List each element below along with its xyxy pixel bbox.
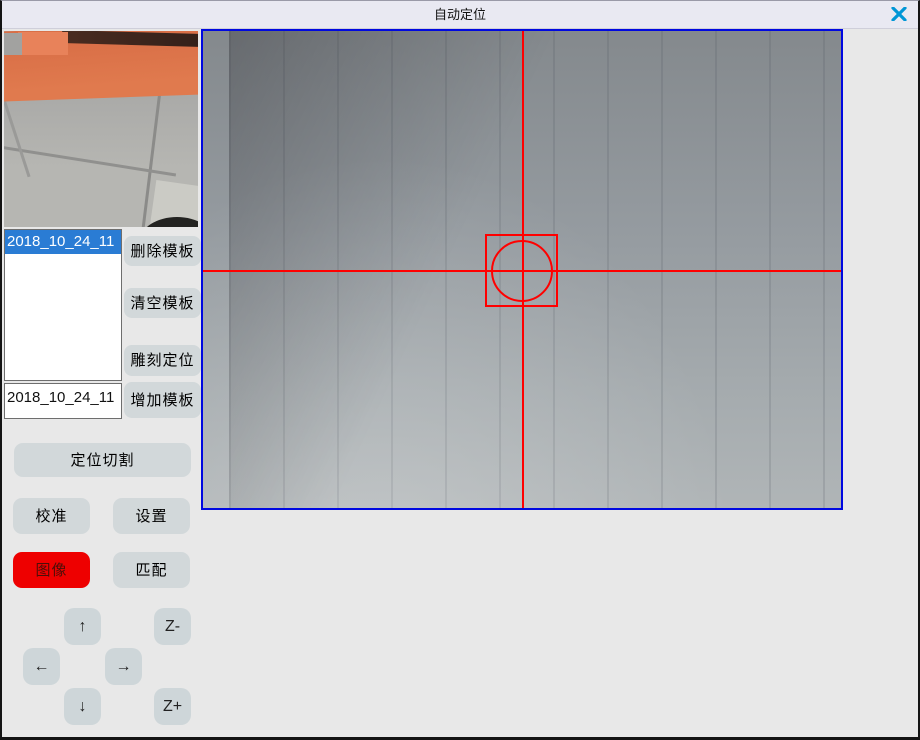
- jog-up-button[interactable]: ↑: [64, 608, 101, 645]
- engrave-position-button[interactable]: 雕刻定位: [124, 345, 201, 376]
- auto-position-window: 自动定位 2018_10_24_11 删除模板 清空模板 雕刻定位 增加模板: [0, 0, 920, 740]
- close-button[interactable]: [886, 3, 912, 27]
- jog-z-minus-button[interactable]: Z-: [154, 608, 191, 645]
- camera-view: [201, 29, 843, 510]
- list-item[interactable]: 2018_10_24_11: [5, 230, 121, 254]
- tile-grout-line: [4, 93, 31, 178]
- calibrate-button[interactable]: 校准: [13, 498, 90, 534]
- delete-template-button[interactable]: 删除模板: [124, 236, 201, 266]
- clear-templates-button[interactable]: 清空模板: [124, 288, 201, 318]
- template-thumbnail: [4, 31, 198, 227]
- grey-corner-patch: [4, 33, 22, 55]
- add-template-button[interactable]: 增加模板: [124, 382, 201, 418]
- jog-right-button[interactable]: →: [105, 648, 142, 685]
- jog-z-plus-button[interactable]: Z+: [154, 688, 191, 725]
- orange-board-highlight: [18, 32, 68, 55]
- window-title: 自动定位: [2, 1, 918, 29]
- jog-down-button[interactable]: ↓: [64, 688, 101, 725]
- target-circle: [491, 240, 553, 302]
- close-icon: [891, 7, 907, 24]
- match-button[interactable]: 匹配: [113, 552, 190, 588]
- position-cut-button[interactable]: 定位切割: [14, 443, 191, 477]
- template-name-input[interactable]: [4, 383, 122, 419]
- settings-button[interactable]: 设置: [113, 498, 190, 534]
- image-button-active[interactable]: 图像: [13, 552, 90, 588]
- template-list[interactable]: 2018_10_24_11: [4, 229, 122, 381]
- jog-left-button[interactable]: ←: [23, 648, 60, 685]
- title-bar[interactable]: 自动定位: [2, 1, 918, 29]
- dark-object: [140, 217, 198, 227]
